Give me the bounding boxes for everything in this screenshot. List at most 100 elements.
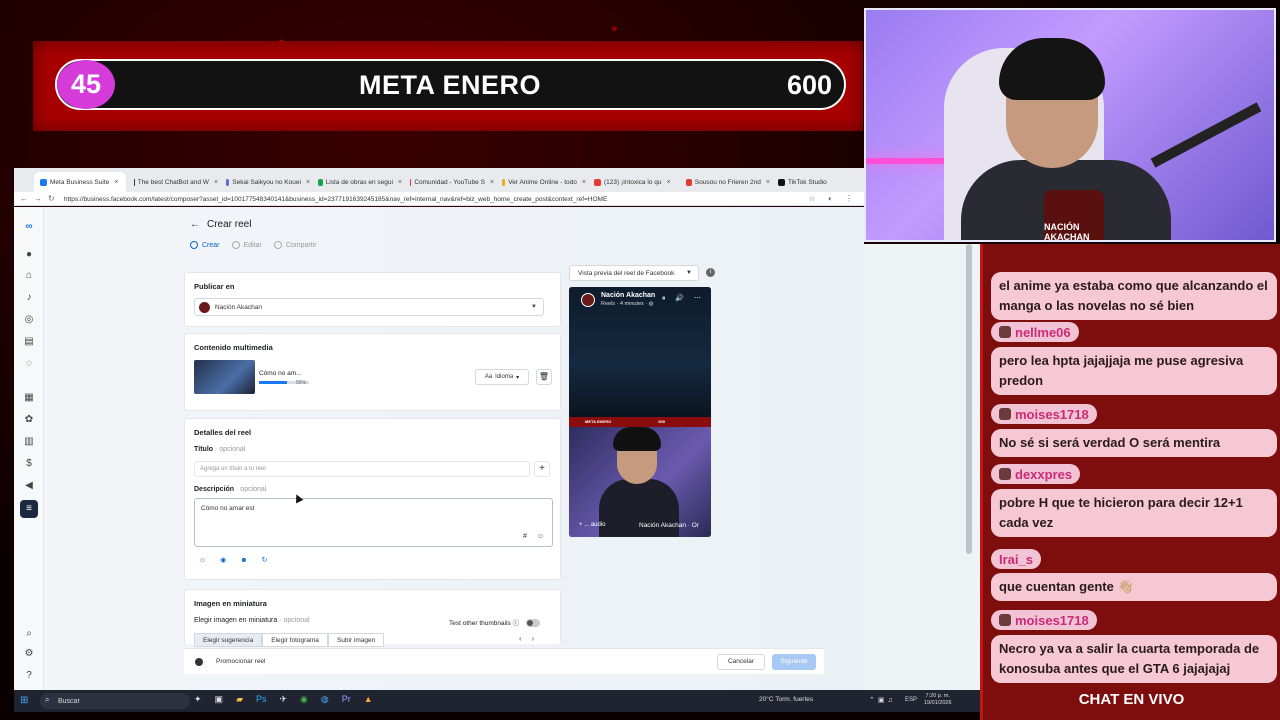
step-dot-icon	[273, 241, 282, 249]
close-icon[interactable]: ×	[666, 179, 670, 186]
help-icon[interactable]: ?	[23, 670, 35, 682]
preview-controls-icon[interactable]: ⏸ 🔊 ⋯	[662, 294, 705, 303]
back-arrow-icon[interactable]: ←	[190, 219, 200, 230]
meta-logo-icon[interactable]: ∞	[23, 221, 35, 233]
browser-icon[interactable]: ◍	[321, 694, 329, 705]
page-scrollbar[interactable]	[966, 244, 972, 554]
page-select[interactable]: Nación Akachan ▼	[194, 298, 544, 316]
close-icon[interactable]: ×	[490, 179, 494, 186]
browser-tab[interactable]: The best ChatBot and W ×	[128, 172, 218, 192]
close-icon[interactable]: ×	[214, 179, 218, 186]
browser-tab[interactable]: Sousou no Frieren 2nd ×	[680, 172, 770, 192]
preview-select-label: Vista previa del reel de Facebook	[578, 269, 675, 277]
extension-icons[interactable]: ☆ ◐ ⋮	[809, 194, 858, 203]
browser-tab-strip: Meta Business Suite × The best ChatBot an…	[14, 168, 864, 192]
nav-arrows-icon[interactable]: ←→↻	[20, 194, 61, 203]
close-icon[interactable]: ×	[766, 179, 770, 186]
step-edit[interactable]: Editar	[231, 241, 262, 249]
step-share[interactable]: Compartir	[273, 241, 317, 249]
browser-tab[interactable]: Comunidad - YouTube S ×	[404, 172, 494, 192]
browser-tab[interactable]: Sekai Saikyou no Kouei ×	[220, 172, 310, 192]
step-dot-icon	[190, 241, 198, 249]
description-field[interactable]: Cómo no amar est	[194, 498, 553, 547]
insights-icon[interactable]: ✿	[23, 414, 35, 426]
tab-suggestion[interactable]: Elegir sugerencia	[194, 633, 263, 647]
profile-icon[interactable]: ●	[23, 249, 35, 261]
tab-frame[interactable]: Elegir fotograma	[262, 633, 328, 647]
description-tools[interactable]: ☺◉☻↻	[199, 556, 282, 564]
step-create[interactable]: Crear	[190, 241, 220, 249]
widgets-icon[interactable]: ✦	[194, 694, 202, 705]
windows-start-icon[interactable]: ⊞	[20, 695, 32, 707]
file-explorer-icon[interactable]: ▰	[236, 694, 243, 705]
browser-tab[interactable]: TikTok Studio	[772, 172, 842, 192]
media-thumbnail[interactable]	[194, 360, 255, 394]
tab-label: The best ChatBot and W	[137, 178, 209, 186]
menu-icon[interactable]: ≡	[20, 500, 38, 518]
optional-tag: · opcional	[215, 446, 246, 453]
preview-goal-target: 600	[658, 419, 665, 424]
tab-favicon	[410, 178, 412, 186]
obs-icon[interactable]: ▲	[364, 694, 373, 705]
planner-icon[interactable]: ◌	[23, 358, 35, 370]
language-indicator[interactable]: ESP	[905, 697, 917, 703]
taskbar-search[interactable]: ⌕ Buscar	[40, 693, 190, 709]
description-label-text: Descripción	[194, 486, 235, 493]
taskbar-clock[interactable]: 7:20 p. m. 19/01/2026	[924, 693, 952, 707]
publish-card: Publicar en Nación Akachan ▼	[184, 272, 561, 327]
add-icon[interactable]: +	[534, 461, 550, 477]
next-button[interactable]: Siguiente	[772, 654, 816, 670]
ads-icon[interactable]: ◀	[23, 480, 35, 492]
chat-message-text: que cuentan gente 👋🏼	[991, 573, 1277, 601]
hashtag-emoji-icons[interactable]: # ☺	[523, 533, 548, 540]
content-icon[interactable]: ◎	[23, 314, 35, 326]
url-field[interactable]: https://business.facebook.com/latest/com…	[64, 194, 784, 205]
info-icon[interactable]: i	[706, 268, 715, 277]
trash-icon[interactable]: 🗑	[536, 369, 552, 385]
calendar-icon[interactable]: ▦	[23, 392, 35, 404]
monetization-icon[interactable]: $	[23, 458, 35, 470]
task-view-icon[interactable]: ▣	[215, 694, 224, 705]
test-thumbnails-label: Test other thumbnails ⓘ	[449, 617, 519, 627]
chat-username-text: nellme06	[1015, 324, 1071, 340]
tab-label: Sekai Saikyou no Kouei	[232, 178, 301, 186]
member-badge-icon	[999, 468, 1011, 480]
close-icon[interactable]: ×	[582, 179, 586, 186]
tab-upload[interactable]: Subir imagen	[327, 633, 385, 647]
language-button[interactable]: Aa Idioma ▾	[475, 369, 529, 385]
browser-tab[interactable]: Lista de obras en segui ×	[312, 172, 402, 192]
home-icon[interactable]: ⌂	[23, 270, 35, 282]
title-input[interactable]: Agrega un título a tu reel	[194, 461, 530, 477]
photoshop-icon[interactable]: Ps	[256, 694, 267, 705]
chrome-icon[interactable]: ◉	[300, 694, 308, 705]
chat-message-text: Necro ya va a salir la cuarta temporada …	[991, 635, 1277, 683]
gear-icon[interactable]: ⚙	[23, 648, 35, 660]
chart-icon[interactable]: ▥	[23, 436, 35, 448]
carousel-arrows-icon[interactable]: ‹›	[519, 634, 544, 643]
chat-username: dexxpres	[991, 464, 1081, 484]
weather-widget[interactable]: 20°C Torm. fuertes	[759, 696, 813, 703]
premiere-icon[interactable]: Pr	[342, 694, 351, 705]
close-icon[interactable]: ×	[398, 179, 402, 186]
browser-tab[interactable]: Meta Business Suite ×	[34, 172, 126, 192]
app-icon[interactable]: ✈	[280, 694, 288, 705]
search-icon[interactable]: ⌕	[23, 628, 35, 640]
goal-title: META ENERO	[358, 70, 541, 100]
close-icon[interactable]: ×	[306, 179, 310, 186]
system-tray-icons[interactable]: ⌃▣♫	[869, 696, 896, 704]
browser-tab[interactable]: (123) ¡Intoxica lo qu ×	[588, 172, 678, 192]
description-label: Descripción · opcional	[194, 486, 266, 493]
tab-label: Sousou no Frieren 2nd	[694, 178, 761, 186]
preview-select[interactable]: Vista previa del reel de Facebook ▼	[569, 265, 699, 281]
cancel-button[interactable]: Cancelar	[717, 654, 765, 670]
close-icon[interactable]: ×	[114, 179, 118, 186]
chat-message: moises1718 Necro ya va a salir la cuarta…	[991, 610, 1277, 683]
inbox-icon[interactable]: ▤	[23, 336, 35, 348]
bell-icon[interactable]: ♪	[23, 292, 35, 304]
test-thumbnails-toggle[interactable]	[526, 619, 540, 627]
test-thumbnails-text: Test other thumbnails	[449, 620, 511, 627]
browser-tab[interactable]: Ver Anime Online - todo ×	[496, 172, 586, 192]
page-select-value: Nación Akachan	[215, 303, 262, 311]
address-bar: ←→↻ https://business.facebook.com/latest…	[14, 192, 864, 206]
promote-toggle[interactable]	[195, 658, 203, 666]
